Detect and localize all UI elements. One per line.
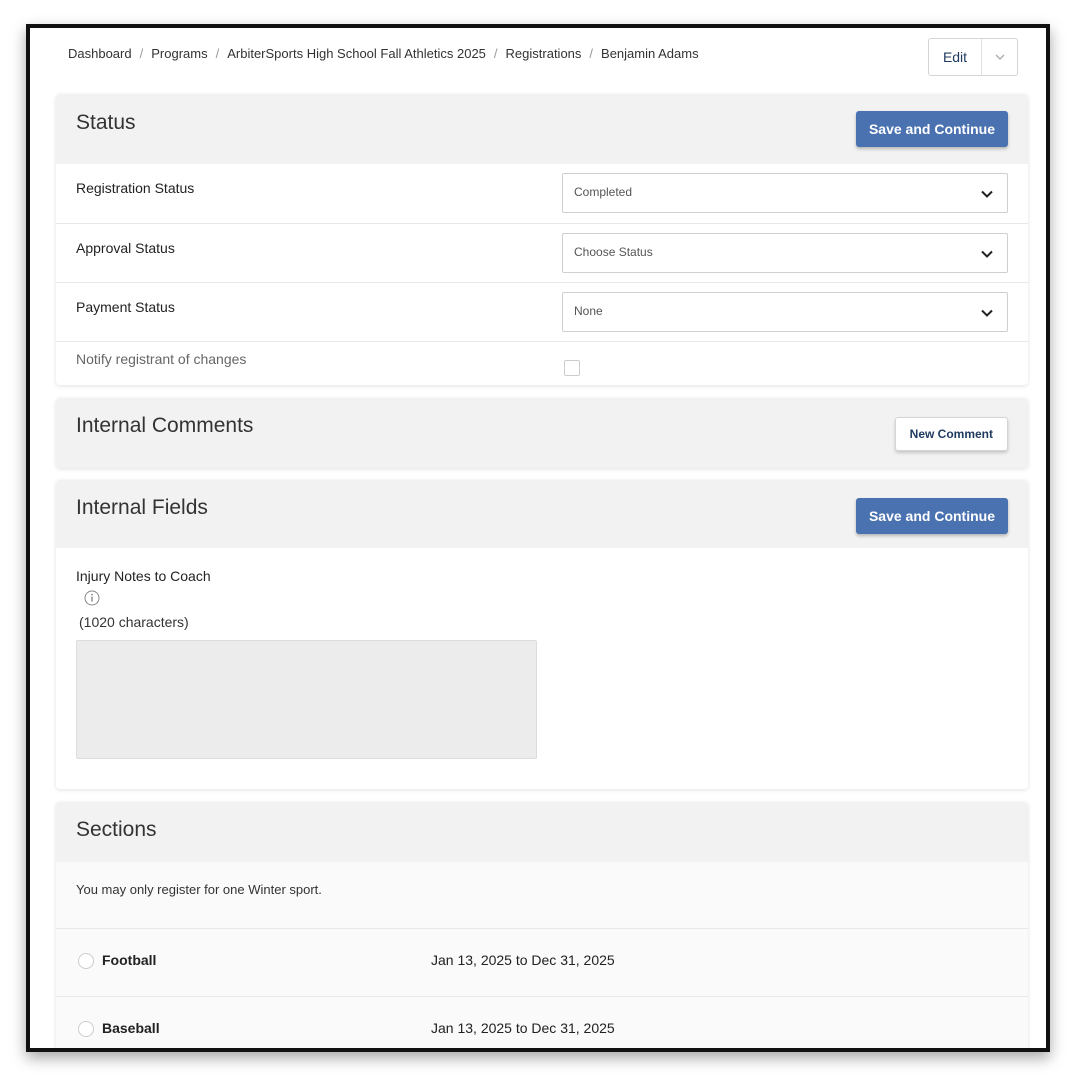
injury-notes-char-limit: (1020 characters) xyxy=(79,614,189,630)
top-bar: Dashboard / Programs / ArbiterSports High Sc… xyxy=(30,28,1046,88)
approval-status-row: Approval Status Choose Status xyxy=(56,223,1028,282)
notify-checkbox[interactable] xyxy=(564,360,580,376)
status-header: Status Save and Continue xyxy=(56,94,1028,164)
section-item-baseball[interactable]: Baseball Jan 13, 2025 to Dec 31, 2025 xyxy=(56,996,1028,1048)
injury-notes-label: Injury Notes to Coach xyxy=(76,568,211,584)
internal-comments-card: Internal Comments New Comment xyxy=(56,398,1028,468)
registration-status-label: Registration Status xyxy=(76,180,195,196)
new-comment-button[interactable]: New Comment xyxy=(894,417,1008,451)
breadcrumb-programs[interactable]: Programs xyxy=(151,46,207,61)
injury-notes-textarea[interactable] xyxy=(76,640,537,759)
approval-status-label: Approval Status xyxy=(76,240,175,256)
chevron-down-icon xyxy=(981,190,993,198)
chevron-down-icon xyxy=(981,309,993,317)
section-item-football[interactable]: Football Jan 13, 2025 to Dec 31, 2025 xyxy=(56,928,1028,996)
registration-status-select[interactable]: Completed xyxy=(562,173,1008,213)
status-card: Status Save and Continue Registration St… xyxy=(56,94,1028,385)
edit-button[interactable]: Edit xyxy=(929,39,982,75)
payment-status-value: None xyxy=(574,304,603,318)
breadcrumb-dashboard[interactable]: Dashboard xyxy=(68,46,132,61)
breadcrumb-separator: / xyxy=(215,46,220,61)
registration-status-row: Registration Status Completed xyxy=(56,164,1028,223)
payment-status-row: Payment Status None xyxy=(56,282,1028,341)
sections-card: Sections You may only register for one W… xyxy=(56,802,1028,1048)
registration-status-value: Completed xyxy=(574,185,633,199)
caret-down-icon xyxy=(995,54,1004,60)
internal-fields-save-button[interactable]: Save and Continue xyxy=(855,498,1008,534)
section-dates: Jan 13, 2025 to Dec 31, 2025 xyxy=(431,952,615,968)
section-name: Baseball xyxy=(102,1020,160,1036)
chevron-down-icon xyxy=(981,250,993,258)
breadcrumb: Dashboard / Programs / ArbiterSports High Sc… xyxy=(68,46,699,61)
breadcrumb-program[interactable]: ArbiterSports High School Fall Athletics… xyxy=(227,46,486,61)
edit-dropdown-toggle[interactable] xyxy=(982,39,1017,75)
status-save-button[interactable]: Save and Continue xyxy=(855,111,1008,147)
breadcrumb-separator: / xyxy=(139,46,144,61)
payment-status-label: Payment Status xyxy=(76,299,175,315)
edit-button-group: Edit xyxy=(928,38,1018,76)
section-radio[interactable] xyxy=(78,1021,94,1037)
breadcrumb-registrations[interactable]: Registrations xyxy=(506,46,582,61)
internal-fields-card: Internal Fields Save and Continue Injury… xyxy=(56,480,1028,789)
info-icon[interactable] xyxy=(84,590,100,606)
breadcrumb-current: Benjamin Adams xyxy=(601,46,699,61)
sections-title: Sections xyxy=(76,818,157,841)
internal-comments-title: Internal Comments xyxy=(76,414,254,437)
breadcrumb-separator: / xyxy=(589,46,594,61)
internal-fields-body: Injury Notes to Coach (1020 characters) xyxy=(56,548,1028,789)
app-window: Dashboard / Programs / ArbiterSports High Sc… xyxy=(26,24,1050,1052)
notify-label: Notify registrant of changes xyxy=(76,351,247,367)
sections-header: Sections xyxy=(56,802,1028,862)
breadcrumb-separator: / xyxy=(493,46,498,61)
sections-body: You may only register for one Winter spo… xyxy=(56,862,1028,1048)
status-title: Status xyxy=(76,111,136,134)
approval-status-select[interactable]: Choose Status xyxy=(562,233,1008,273)
internal-fields-title: Internal Fields xyxy=(76,496,208,519)
approval-status-value: Choose Status xyxy=(574,245,653,259)
internal-fields-header: Internal Fields Save and Continue xyxy=(56,480,1028,548)
section-dates: Jan 13, 2025 to Dec 31, 2025 xyxy=(431,1020,615,1036)
section-radio[interactable] xyxy=(78,953,94,969)
notify-row: Notify registrant of changes xyxy=(56,341,1028,385)
payment-status-select[interactable]: None xyxy=(562,292,1008,332)
section-name: Football xyxy=(102,952,157,968)
internal-comments-header: Internal Comments New Comment xyxy=(56,398,1028,468)
sections-notice: You may only register for one Winter spo… xyxy=(76,882,322,897)
